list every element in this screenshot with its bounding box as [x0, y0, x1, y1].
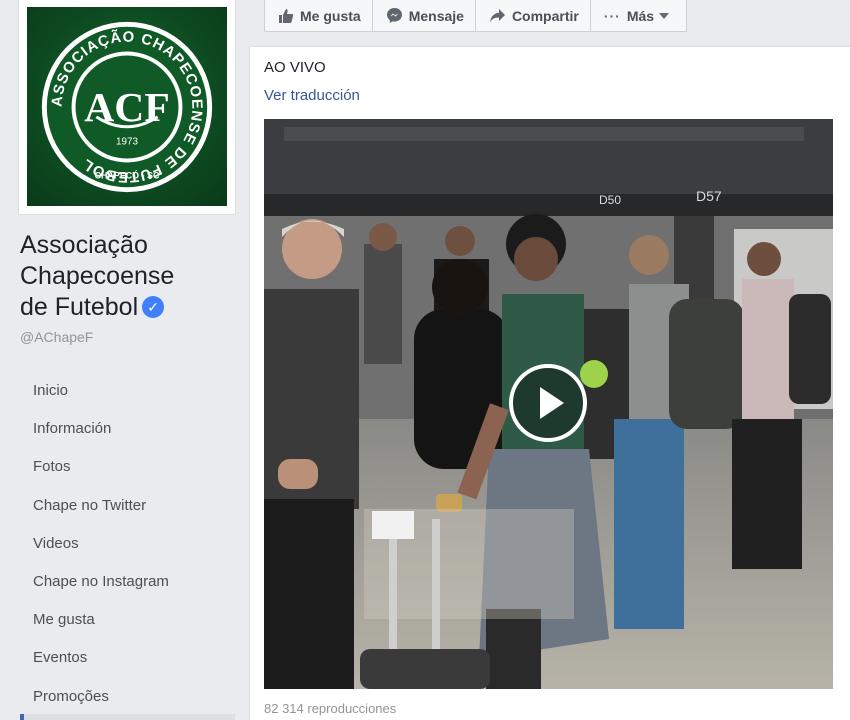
view-count: 82 314 reproducciones — [264, 701, 397, 716]
like-button[interactable]: Me gusta — [265, 0, 373, 31]
left-column: ASSOCIAÇÃO CHAPECOENSE DE FUTEBOL ACF 19… — [0, 0, 248, 720]
caret-down-icon — [659, 12, 670, 19]
page-title[interactable]: Associação Chapecoense de Futebol ✓ — [20, 230, 240, 323]
page-title-line: Associação — [20, 231, 148, 259]
logo-year: 1973 — [116, 136, 139, 147]
nav-item-eventos[interactable]: Eventos — [20, 639, 235, 677]
message-button[interactable]: Mensaje — [373, 0, 476, 31]
profile-picture[interactable]: ASSOCIAÇÃO CHAPECOENSE DE FUTEBOL ACF 19… — [18, 0, 236, 215]
post-text: AO VIVO — [264, 59, 326, 76]
nav-item-chape-instagram[interactable]: Chape no Instagram — [20, 563, 235, 601]
more-label: Más — [626, 7, 655, 24]
like-label: Me gusta — [300, 7, 361, 24]
share-arrow-icon — [489, 9, 505, 22]
page-action-bar: Me gusta Mensaje Compartir ··· Más — [264, 0, 688, 32]
page-title-line: Chapecoense — [20, 262, 175, 290]
logo-monogram: ACF — [84, 83, 169, 129]
message-label: Mensaje — [408, 7, 464, 24]
page-nav: Inicio Información Fotos Chape no Twitte… — [20, 372, 235, 716]
page-handle[interactable]: @AChapeF — [20, 329, 93, 345]
crest-icon: ASSOCIAÇÃO CHAPECOENSE DE FUTEBOL ACF 19… — [41, 21, 213, 192]
page-title-line: de Futebol ✓ — [20, 292, 240, 323]
nav-item-inicio[interactable]: Inicio — [20, 372, 235, 410]
play-button[interactable] — [509, 364, 587, 442]
share-label: Compartir — [511, 7, 579, 24]
share-button[interactable]: Compartir — [476, 0, 591, 31]
gate-sign-text: D57 — [696, 188, 722, 204]
nav-item-fotos[interactable]: Fotos — [20, 448, 235, 486]
nav-next-item[interactable] — [24, 714, 235, 720]
verified-badge-icon: ✓ — [142, 296, 165, 318]
nav-item-me-gusta[interactable]: Me gusta — [20, 601, 235, 639]
more-button[interactable]: ··· Más — [591, 0, 686, 31]
logo-city: CHAPECÓ - SC — [95, 169, 160, 180]
nav-item-promocoes[interactable]: Promoções — [20, 678, 235, 716]
video-post: AO VIVO Ver traducción D50 D57 82 314 re… — [249, 46, 850, 720]
ellipsis-icon: ··· — [603, 7, 621, 24]
thumbs-up-icon — [279, 8, 294, 23]
play-icon — [540, 387, 564, 419]
nav-item-chape-twitter[interactable]: Chape no Twitter — [20, 487, 235, 525]
see-translation-link[interactable]: Ver traducción — [264, 87, 360, 104]
nav-item-informacion[interactable]: Información — [20, 410, 235, 448]
club-logo: ASSOCIAÇÃO CHAPECOENSE DE FUTEBOL ACF 19… — [27, 7, 227, 206]
facebook-page: ASSOCIAÇÃO CHAPECOENSE DE FUTEBOL ACF 19… — [0, 0, 850, 720]
messenger-icon — [386, 8, 402, 23]
video-player[interactable]: D50 D57 — [264, 119, 833, 689]
gate-sign-text: D50 — [599, 193, 621, 207]
nav-item-videos[interactable]: Videos — [20, 525, 235, 563]
